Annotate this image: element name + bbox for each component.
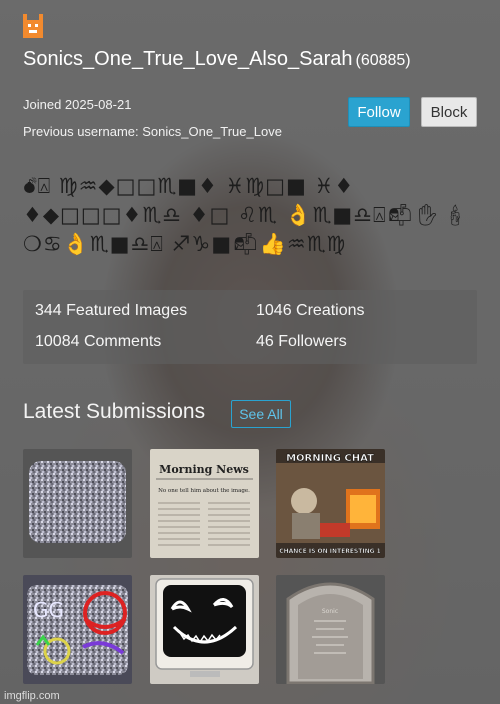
newspaper-headline: No one tell him about the image. (158, 488, 250, 494)
stat-followers[interactable]: 46 Followers (256, 333, 347, 351)
username-text: Sonics_One_True_Love_Also_Sarah (23, 48, 353, 70)
follow-button[interactable]: Follow (348, 97, 410, 127)
submission-thumb-5[interactable] (150, 575, 259, 684)
stat-featured-images[interactable]: 344 Featured Images (35, 302, 187, 320)
stats-panel: 344 Featured Images 1046 Creations 10084… (23, 290, 477, 364)
profile-bio: 💣︎⍓︎ ♍︎♒︎◆︎□︎□︎♏︎■︎♦︎ ♓︎♍︎□︎■︎ ♓︎♦︎ ♦︎◆︎… (23, 174, 470, 256)
submission-thumb-6[interactable]: Sonic (276, 575, 385, 684)
newspaper-masthead: Morning News (159, 463, 249, 476)
see-all-button[interactable]: See All (231, 400, 291, 428)
stat-creations[interactable]: 1046 Creations (256, 302, 365, 320)
stat-comments[interactable]: 10084 Comments (35, 333, 161, 351)
meme-caption-top: MORNING CHAT (286, 453, 374, 464)
latest-submissions-title: Latest Submissions (23, 400, 206, 423)
imgflip-watermark: imgflip.com (4, 690, 60, 702)
submission-thumb-2[interactable]: Morning News No one tell him about the i… (150, 449, 259, 558)
profile-username: Sonics_One_True_Love_Also_Sarah (60885) (23, 48, 411, 71)
previous-username: Previous username: Sonics_One_True_Love (23, 124, 282, 139)
submission-thumb-3[interactable]: MORNING CHAT CHANCE IS ON INTERESTING 1 (276, 449, 385, 558)
tombstone-text: Sonic (322, 608, 338, 615)
submission-thumb-1[interactable] (23, 449, 132, 558)
meme-caption-bottom: CHANCE IS ON INTERESTING 1 (279, 548, 381, 555)
profile-page: Sonics_One_True_Love_Also_Sarah (60885) J… (0, 0, 500, 704)
svg-text:GG: GG (33, 598, 64, 622)
joined-date: Joined 2025-08-21 (23, 97, 132, 112)
user-id: (60885) (355, 52, 411, 69)
submission-thumb-4[interactable]: GG (23, 575, 132, 684)
block-button[interactable]: Block (421, 97, 477, 127)
avatar-icon[interactable] (23, 14, 43, 38)
